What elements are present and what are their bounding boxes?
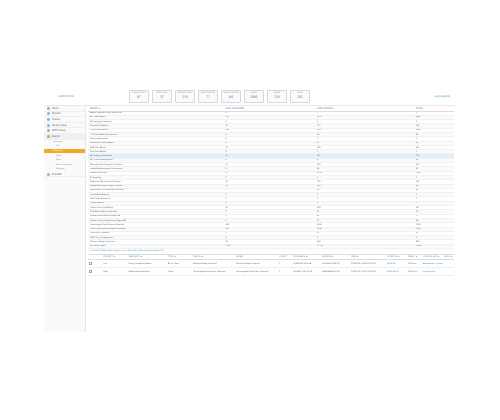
table-cell: AP to Client [166,259,193,268]
table-link[interactable]: Administrator / Controller [421,259,444,268]
counter-label: ALARMS [273,93,281,94]
counter-value: 2883 [250,95,258,99]
table-cell: 17133 [314,244,414,250]
counter-label: SENSOR DEVICES [200,93,216,94]
sidebar: Home Reports System Device Setup WIPS Setup E… [44,106,86,332]
main-content: EVENT ▲ LAST 24 HOURS LAST 30 DAYS TOTAL Ad… [88,106,454,276]
table-cell [443,267,454,276]
nav-bullet-icon [47,129,50,133]
table-cell: 00:A0:E8:29:D6:6A [292,259,322,268]
counter-label: WIRELESS CLIENT [177,93,193,94]
counter-badge[interactable]: SENSOR DEVICES 77 [198,90,218,103]
table-row[interactable]: Low Policy Compliance Alarm AP to Client Wi… [88,259,454,268]
table-cell: 23960 [413,244,454,250]
sidebar-item-label: WIPS Setup [52,129,66,133]
sidebar-item-label: FirmWIP [52,172,62,176]
event-stats-table: EVENT ▲ LAST 24 HOURS LAST 30 DAYS TOTAL Ad… [88,106,454,250]
counter-label: ROGUE DEVICES [132,93,146,94]
table-cell: 00:0B:86:93:68:C8 [321,259,350,268]
sidebar-item-label: Reports [52,112,61,116]
table-cell [88,259,103,268]
counter-badge[interactable]: ALARMS 219 [267,90,287,103]
counter-label: UNKNOWN DEVICES [223,93,239,94]
counter-label: WIRELESS AP [156,93,168,94]
sidebar-item-label: Device Setup [52,123,67,127]
table-cell: 802.11ac [407,259,422,268]
counter-strip: ROGUE DEVICES 87 WIRELESS AP 37 WIRELESS CLI… [129,90,310,103]
table-cell: 1269 [223,244,315,250]
sidebar-item-label: System [52,117,61,121]
table-cell: RF Noise Spike [88,244,224,250]
table-cell: AC:AB:1C:6D:93:9E [292,267,322,276]
counter-badge[interactable]: WIRELESS AP 37 [152,90,172,103]
counter-value: 37 [160,95,164,99]
counter-badge[interactable]: UNKNOWN DEVICES 161 [221,90,241,103]
table-row[interactable]: High Al Anomalous Behavior Client Unencrypt… [88,267,454,276]
table-cell: 1 [278,267,293,276]
nav-bullet-icon [47,123,50,127]
nav-bullet-icon [47,172,50,176]
table-row[interactable]: RF Noise Spike 1269 17133 23960 [88,244,454,250]
table-cell [443,259,454,268]
nav-bullet-icon [47,134,50,138]
table-cell: 2/19/2014 3:32:55 PM PST [349,267,386,276]
sidebar-item-label: Home [52,106,59,110]
counter-badge[interactable]: ROGUE DEVICES 87 [129,90,149,103]
table-cell: 1 [278,259,293,268]
table-cell: 88:EE:AA:81:50:39 [321,267,350,276]
counter-badge[interactable]: WIRELESS CLIENT 219 [175,90,195,103]
table-cell: Low [102,259,128,268]
top-header: HANDIWARE ROGUE DEVICES 87 WIRELESS AP 37 WI… [44,88,456,106]
counter-value: 252 [297,95,303,99]
table-link[interactable]: WIPS-SE-02 [385,267,408,276]
counter-badge[interactable]: EVENTS 2883 [244,90,264,103]
counter-value: 87 [137,95,141,99]
counter-value: 219 [182,95,188,99]
counter-value: 77 [206,95,210,99]
table-cell: Al Anomalous Behavior [127,267,167,276]
table-cell: 802.11a/n [407,267,422,276]
event-list-table: PRIORITY ▲ CATEGORY ▲ TYPE ▲ STATUS ▲ DETAIL… [88,254,454,276]
table-cell: High [102,267,128,276]
table-cell: Policy Compliance Alarm [127,259,167,268]
nav-bullet-icon [47,117,50,121]
sidebar-item[interactable]: FirmWIP [44,172,85,178]
row-checkbox[interactable] [89,270,92,273]
table-link[interactable]: Unconfigured [421,267,444,276]
counter-label: ALERTS [296,93,304,94]
counter-badge[interactable]: ALERTS 252 [290,90,310,103]
table-cell: Unencrypted Data Frame Detected [192,267,236,276]
table-cell: Wireless Bridge Detected [235,259,279,268]
table-cell: Wireless Bridge Detected [192,259,236,268]
table-link[interactable]: WIPS-SE [385,259,408,268]
brand-logo: HANDIWARE [58,95,74,98]
nav-bullet-icon [47,106,50,110]
counter-label: EVENTS [250,93,258,94]
table-cell: Client [166,267,193,276]
row-checkbox[interactable] [89,262,92,265]
table-cell [88,267,103,276]
counter-value: 219 [274,95,280,99]
sidebar-item-label: Events [52,134,60,138]
nav-bullet-icon [47,112,50,116]
user-menu-link[interactable]: Log In (admin) [435,95,450,98]
table-cell: Unencrypted Data Frame Detected [235,267,279,276]
counter-value: 161 [228,95,234,99]
table-cell: 2/19/2014 3:33:49 PM PST [349,259,386,268]
